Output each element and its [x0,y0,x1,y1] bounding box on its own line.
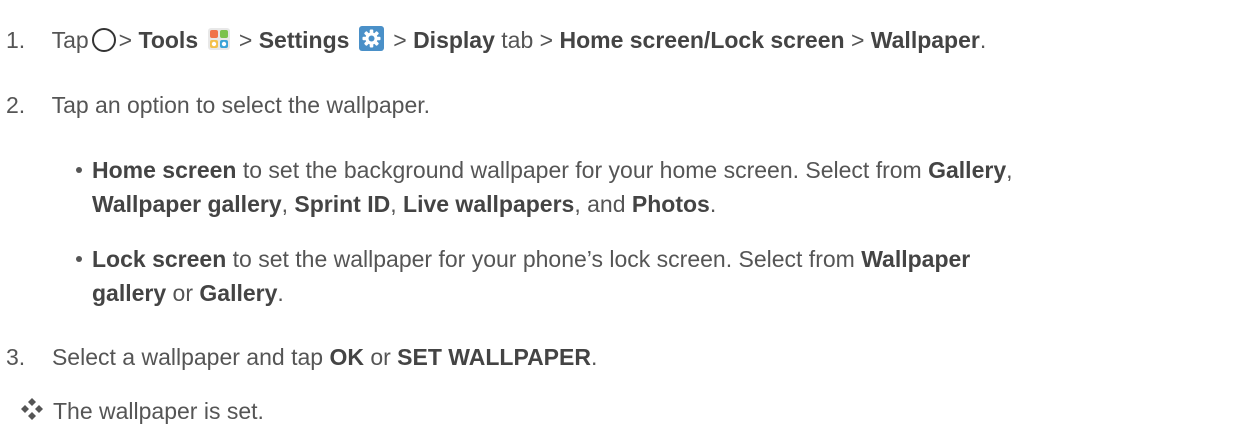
gallery-label: Gallery [199,280,278,306]
bullet-text: to set the background wallpaper for your… [242,157,922,183]
step-text-tap: Tap [51,27,89,53]
period: . [709,191,717,217]
bullet-dot [76,167,82,173]
step-text: Tap an option to select the wallpaper. [51,92,431,118]
result-text: The wallpaper is set. [53,397,264,425]
settings-gear-icon [358,26,384,52]
step-3: 3. Select a wallpaper and tap OK or SET … [6,343,597,371]
separator: > [118,27,133,53]
step-text: Select a wallpaper and tap [51,344,324,370]
period: . [277,280,284,306]
bullet-1-line-1: Home screen to set the background wallpa… [92,156,1013,184]
step-number: 2. [6,92,26,118]
gallery-word: gallery [92,280,167,306]
bullet-text: to set the wallpaper for your phone’s lo… [232,246,855,272]
bullet-1-line-2: Wallpaper gallery, Sprint ID, Live wallp… [92,190,716,218]
tools-label: Tools [138,27,199,53]
comma: , [390,191,397,217]
result-label: The wallpaper is set. [53,398,264,424]
step-number: 3. [6,344,26,370]
tab-text: tab > [501,27,554,53]
settings-label: Settings [258,27,350,53]
comma: , [281,191,288,217]
gallery-label: Gallery [928,157,1007,183]
step-1: 1. Tap > Tools > Settings > Display tab … [6,26,986,54]
period: . [979,27,987,53]
separator: > [393,27,407,53]
photos-label: Photos [631,191,710,217]
wallpaper-label: Wallpaper [870,27,980,53]
bullet-dot [76,256,82,262]
bullet-text: or [172,280,193,306]
set-wallpaper-label: SET WALLPAPER [397,344,591,370]
ok-label: OK [329,344,364,370]
sprint-id-label: Sprint ID [294,191,391,217]
home-circle-icon [91,27,116,52]
lock-screen-label: Lock screen [92,246,227,272]
comma: , [1006,157,1013,183]
instruction-document: 1. Tap > Tools > Settings > Display tab … [0,0,1250,438]
period: . [590,344,598,370]
tools-folder-icon [207,27,230,50]
bullet-2-line-2: gallery or Gallery. [92,279,284,307]
step-number: 1. [6,27,26,53]
separator: > [850,27,865,53]
live-wallpapers-label: Live wallpapers [403,191,575,217]
home-screen-label: Home screen [92,157,237,183]
step-2: 2. Tap an option to select the wallpaper… [6,91,430,119]
bullet-2-line-1: Lock screen to set the wallpaper for you… [92,245,970,273]
four-diamond-icon [21,398,43,420]
bullet-text: , and [574,191,626,217]
separator: > [238,27,253,53]
home-lock-label: Home screen/Lock screen [559,27,845,53]
wallpaper-label: Wallpaper [861,246,971,272]
step-text: or [370,344,391,370]
wallpaper-gallery-label: Wallpaper gallery [92,191,282,217]
display-label: Display [413,27,495,53]
